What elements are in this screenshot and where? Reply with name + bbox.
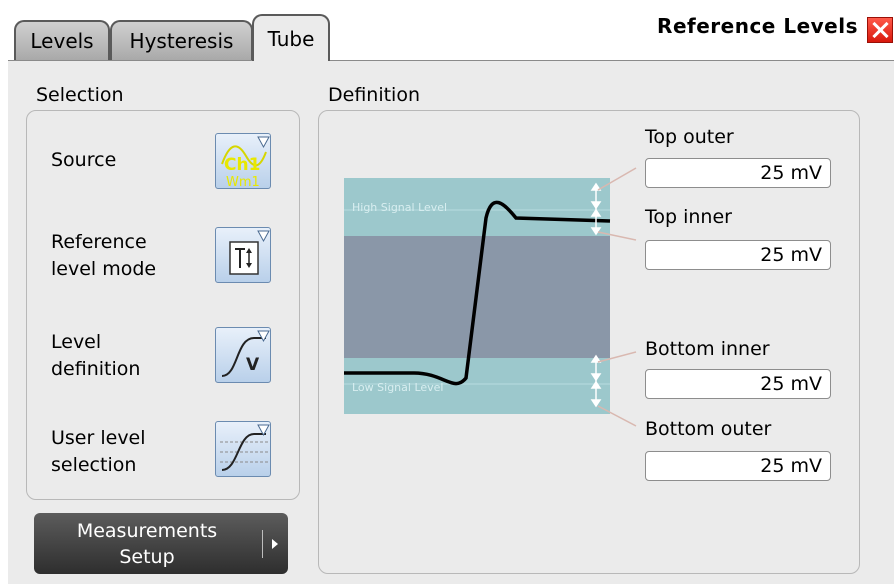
level-definition-icon[interactable]: V	[215, 327, 271, 383]
bottom-inner-field[interactable]: 25 mV	[645, 369, 831, 399]
dialog-title: Reference Levels	[657, 14, 858, 38]
source-label: Source	[51, 149, 117, 171]
tab-levels[interactable]: Levels	[14, 20, 110, 60]
reference-mode-icon-graphic	[229, 230, 270, 275]
svg-text:V: V	[246, 355, 260, 375]
measurements-setup-line2: Setup	[119, 546, 175, 568]
level-definition-line1: Level	[51, 331, 102, 353]
close-icon[interactable]	[867, 17, 893, 43]
tab-levels-label: Levels	[30, 29, 94, 53]
tab-tube-label: Tube	[267, 26, 315, 51]
tab-hysteresis-label: Hysteresis	[129, 29, 234, 53]
tab-hysteresis[interactable]: Hysteresis	[110, 20, 253, 60]
measurements-setup-button[interactable]: Measurements Setup	[34, 513, 288, 574]
reference-level-mode-label: Reference level mode	[51, 229, 156, 283]
top-outer-label: Top outer	[645, 126, 734, 148]
low-signal-level-label: Low Signal Level	[352, 381, 443, 394]
user-level-icon-graphic	[220, 424, 270, 471]
reference-level-mode-line1: Reference	[51, 231, 147, 253]
bottom-outer-field[interactable]: 25 mV	[645, 451, 831, 481]
user-level-selection-line2: selection	[51, 454, 137, 476]
tab-tube[interactable]: Tube	[252, 14, 330, 61]
bottom-inner-label: Bottom inner	[645, 338, 770, 360]
user-level-selection-label: User level selection	[51, 425, 146, 479]
top-outer-field[interactable]: 25 mV	[645, 158, 831, 188]
chevron-right-icon	[272, 539, 278, 549]
top-inner-field[interactable]: 25 mV	[645, 240, 831, 270]
reference-level-mode-line2: level mode	[51, 258, 157, 280]
reference-levels-dialog: Levels Hysteresis Tube Reference Levels …	[0, 0, 894, 584]
source-icon-graphic: Ch1 Wm1	[221, 136, 270, 190]
level-definition-line2: definition	[51, 358, 141, 380]
source-ch1-wm1-icon[interactable]: Ch1 Wm1	[215, 133, 271, 190]
selection-group: Source Ch1 Wm1 Reference level mode Leve…	[26, 110, 300, 500]
level-definition-label: Level definition	[51, 329, 140, 383]
top-inner-label: Top inner	[645, 206, 732, 228]
user-level-icon[interactable]	[215, 421, 271, 477]
source-icon-text-ch1: Ch1	[224, 155, 260, 175]
setup-button-divider	[262, 530, 263, 558]
source-icon-text-wm1: Wm1	[226, 175, 260, 190]
selection-heading: Selection	[36, 84, 124, 106]
leader-lines	[597, 167, 637, 427]
bottom-outer-label: Bottom outer	[645, 418, 772, 440]
measurements-setup-line1: Measurements	[76, 520, 218, 542]
user-level-selection-line1: User level	[51, 427, 146, 449]
level-definition-icon-graphic: V	[221, 330, 270, 377]
definition-heading: Definition	[328, 84, 421, 106]
reference-mode-icon[interactable]	[215, 227, 271, 283]
high-signal-level-label: High Signal Level	[352, 201, 447, 214]
